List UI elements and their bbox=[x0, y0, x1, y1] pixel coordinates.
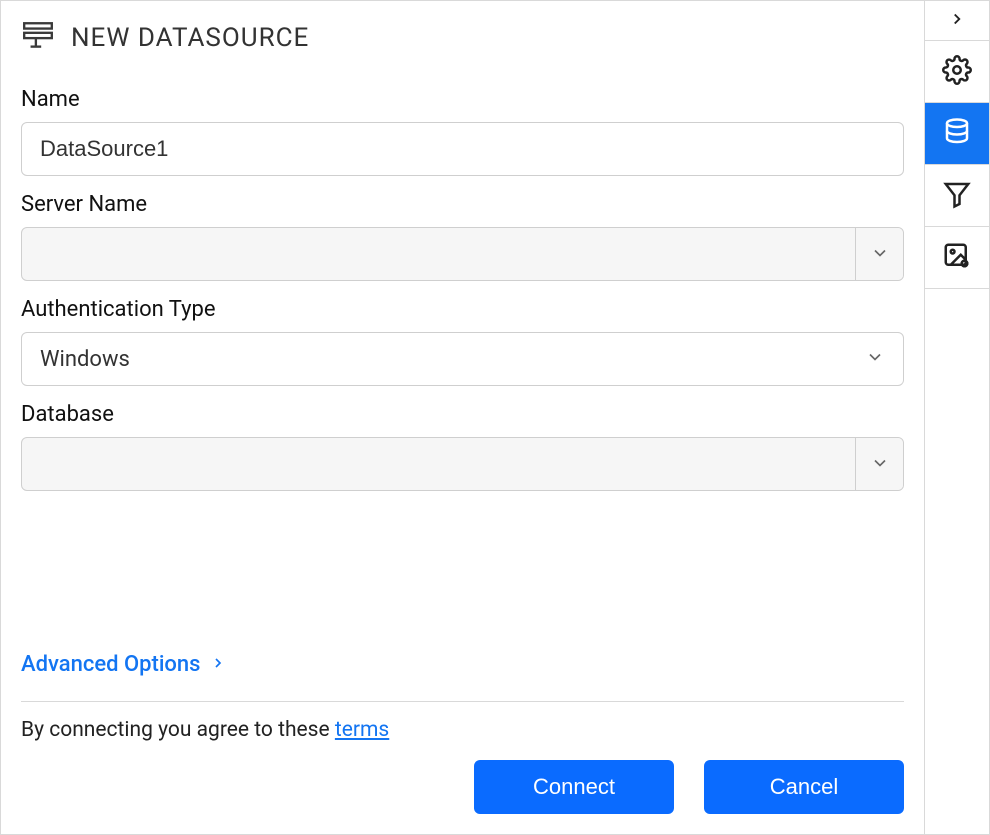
sidebar-item-settings[interactable] bbox=[925, 41, 989, 103]
image-settings-icon bbox=[942, 241, 972, 275]
field-server: Server Name bbox=[21, 192, 904, 281]
server-dropdown-button[interactable] bbox=[855, 228, 903, 280]
server-label: Server Name bbox=[21, 192, 904, 217]
divider bbox=[21, 701, 904, 702]
consent-prefix: By connecting you agree to these bbox=[21, 718, 335, 742]
advanced-options-toggle[interactable]: Advanced Options bbox=[21, 652, 904, 677]
chevron-down-icon bbox=[870, 243, 890, 266]
terms-link[interactable]: terms bbox=[335, 718, 389, 742]
server-combo bbox=[21, 227, 904, 281]
connect-button[interactable]: Connect bbox=[474, 760, 674, 814]
auth-label: Authentication Type bbox=[21, 297, 904, 322]
datasource-icon bbox=[21, 19, 55, 57]
consent-text: By connecting you agree to these terms bbox=[21, 718, 904, 742]
field-name: Name bbox=[21, 87, 904, 176]
database-label: Database bbox=[21, 402, 904, 427]
name-input[interactable] bbox=[21, 122, 904, 176]
database-icon bbox=[942, 117, 972, 151]
action-row: Connect Cancel bbox=[21, 760, 904, 814]
datasource-form: NEW DATASOURCE Name Server Name Authenti… bbox=[1, 1, 924, 834]
sidebar-item-datasource[interactable] bbox=[925, 103, 989, 165]
database-dropdown-button[interactable] bbox=[855, 438, 903, 490]
sidebar-item-filter[interactable] bbox=[925, 165, 989, 227]
field-auth: Authentication Type Windows bbox=[21, 297, 904, 386]
panel-header: NEW DATASOURCE bbox=[21, 11, 904, 71]
advanced-options-label: Advanced Options bbox=[21, 652, 200, 677]
panel-title: NEW DATASOURCE bbox=[71, 23, 309, 53]
database-combo bbox=[21, 437, 904, 491]
database-input[interactable] bbox=[22, 438, 855, 490]
chevron-right-icon bbox=[948, 10, 966, 32]
server-input[interactable] bbox=[22, 228, 855, 280]
cancel-button[interactable]: Cancel bbox=[704, 760, 904, 814]
chevron-right-icon bbox=[210, 652, 226, 677]
chevron-down-icon bbox=[870, 453, 890, 476]
sidebar-item-image[interactable] bbox=[925, 227, 989, 289]
chevron-down-icon bbox=[865, 347, 885, 371]
auth-select[interactable]: Windows bbox=[21, 332, 904, 386]
right-sidebar bbox=[924, 1, 989, 834]
filter-icon bbox=[942, 179, 972, 213]
name-label: Name bbox=[21, 87, 904, 112]
gear-icon bbox=[942, 55, 972, 89]
auth-value: Windows bbox=[40, 347, 865, 372]
sidebar-collapse-button[interactable] bbox=[925, 1, 989, 41]
spacer bbox=[21, 491, 904, 612]
field-database: Database bbox=[21, 402, 904, 491]
